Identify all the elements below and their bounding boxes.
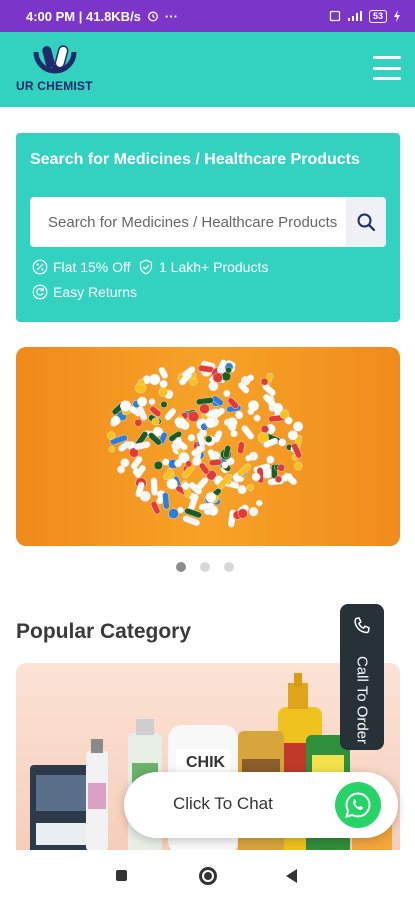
carousel-dots [176,562,234,572]
feature-flat-off: Flat 15% Off [32,259,131,275]
sim-icon [329,10,341,22]
search-title: Search for Medicines / Healthcare Produc… [30,151,360,168]
pills-illustration [106,359,304,528]
search-card: Search for Medicines / Healthcare Produc… [16,133,400,322]
status-time: 4:00 PM | 41.8KB/s [26,8,141,24]
charging-icon [394,10,400,22]
carousel-dot[interactable] [176,562,186,572]
alarm-icon [147,11,158,22]
more-dots-icon: ··· [164,8,178,24]
feature-returns: Easy Returns [32,284,137,300]
whatsapp-glyph-icon [345,792,371,818]
section-title: Popular Category [16,620,192,643]
battery-icon: 53 [368,9,387,23]
return-icon [32,284,48,300]
svg-text:CHIK: CHIK [186,754,226,771]
discount-icon [32,259,48,275]
system-nav-bar [0,850,415,900]
feature-label: Easy Returns [53,284,138,300]
hamburger-menu-icon[interactable] [373,56,401,80]
app-header: UR CHEMIST [0,32,415,107]
home-icon[interactable] [199,867,217,885]
recent-apps-icon[interactable] [116,870,127,881]
chat-label: Click To Chat [173,794,273,813]
carousel-dot[interactable] [224,562,234,572]
status-bar: 4:00 PM | 41.8KB/s ··· 53 [0,0,415,32]
signal-icon [347,11,362,21]
click-to-chat-button[interactable]: Click To Chat [124,772,398,838]
search-input[interactable] [30,197,346,247]
call-to-order-label: Call To Order [353,655,371,745]
call-to-order-button[interactable]: Call To Order [340,604,384,750]
feature-label: 1 Lakh+ Products [159,259,269,275]
search-box [30,197,386,247]
feature-products: 1 Lakh+ Products [138,259,268,275]
whatsapp-icon[interactable] [335,782,381,828]
search-button[interactable] [346,197,386,247]
carousel-dot[interactable] [200,562,210,572]
phone-icon [354,617,370,634]
banner-carousel[interactable] [16,347,400,546]
shield-check-icon [139,259,153,275]
logo-text: UR CHEMIST [16,79,93,93]
search-icon [357,213,376,232]
back-icon[interactable] [286,869,297,883]
brand-logo[interactable]: UR CHEMIST [14,40,104,102]
logo-mark-icon [33,45,77,74]
feature-label: Flat 15% Off [53,259,131,275]
